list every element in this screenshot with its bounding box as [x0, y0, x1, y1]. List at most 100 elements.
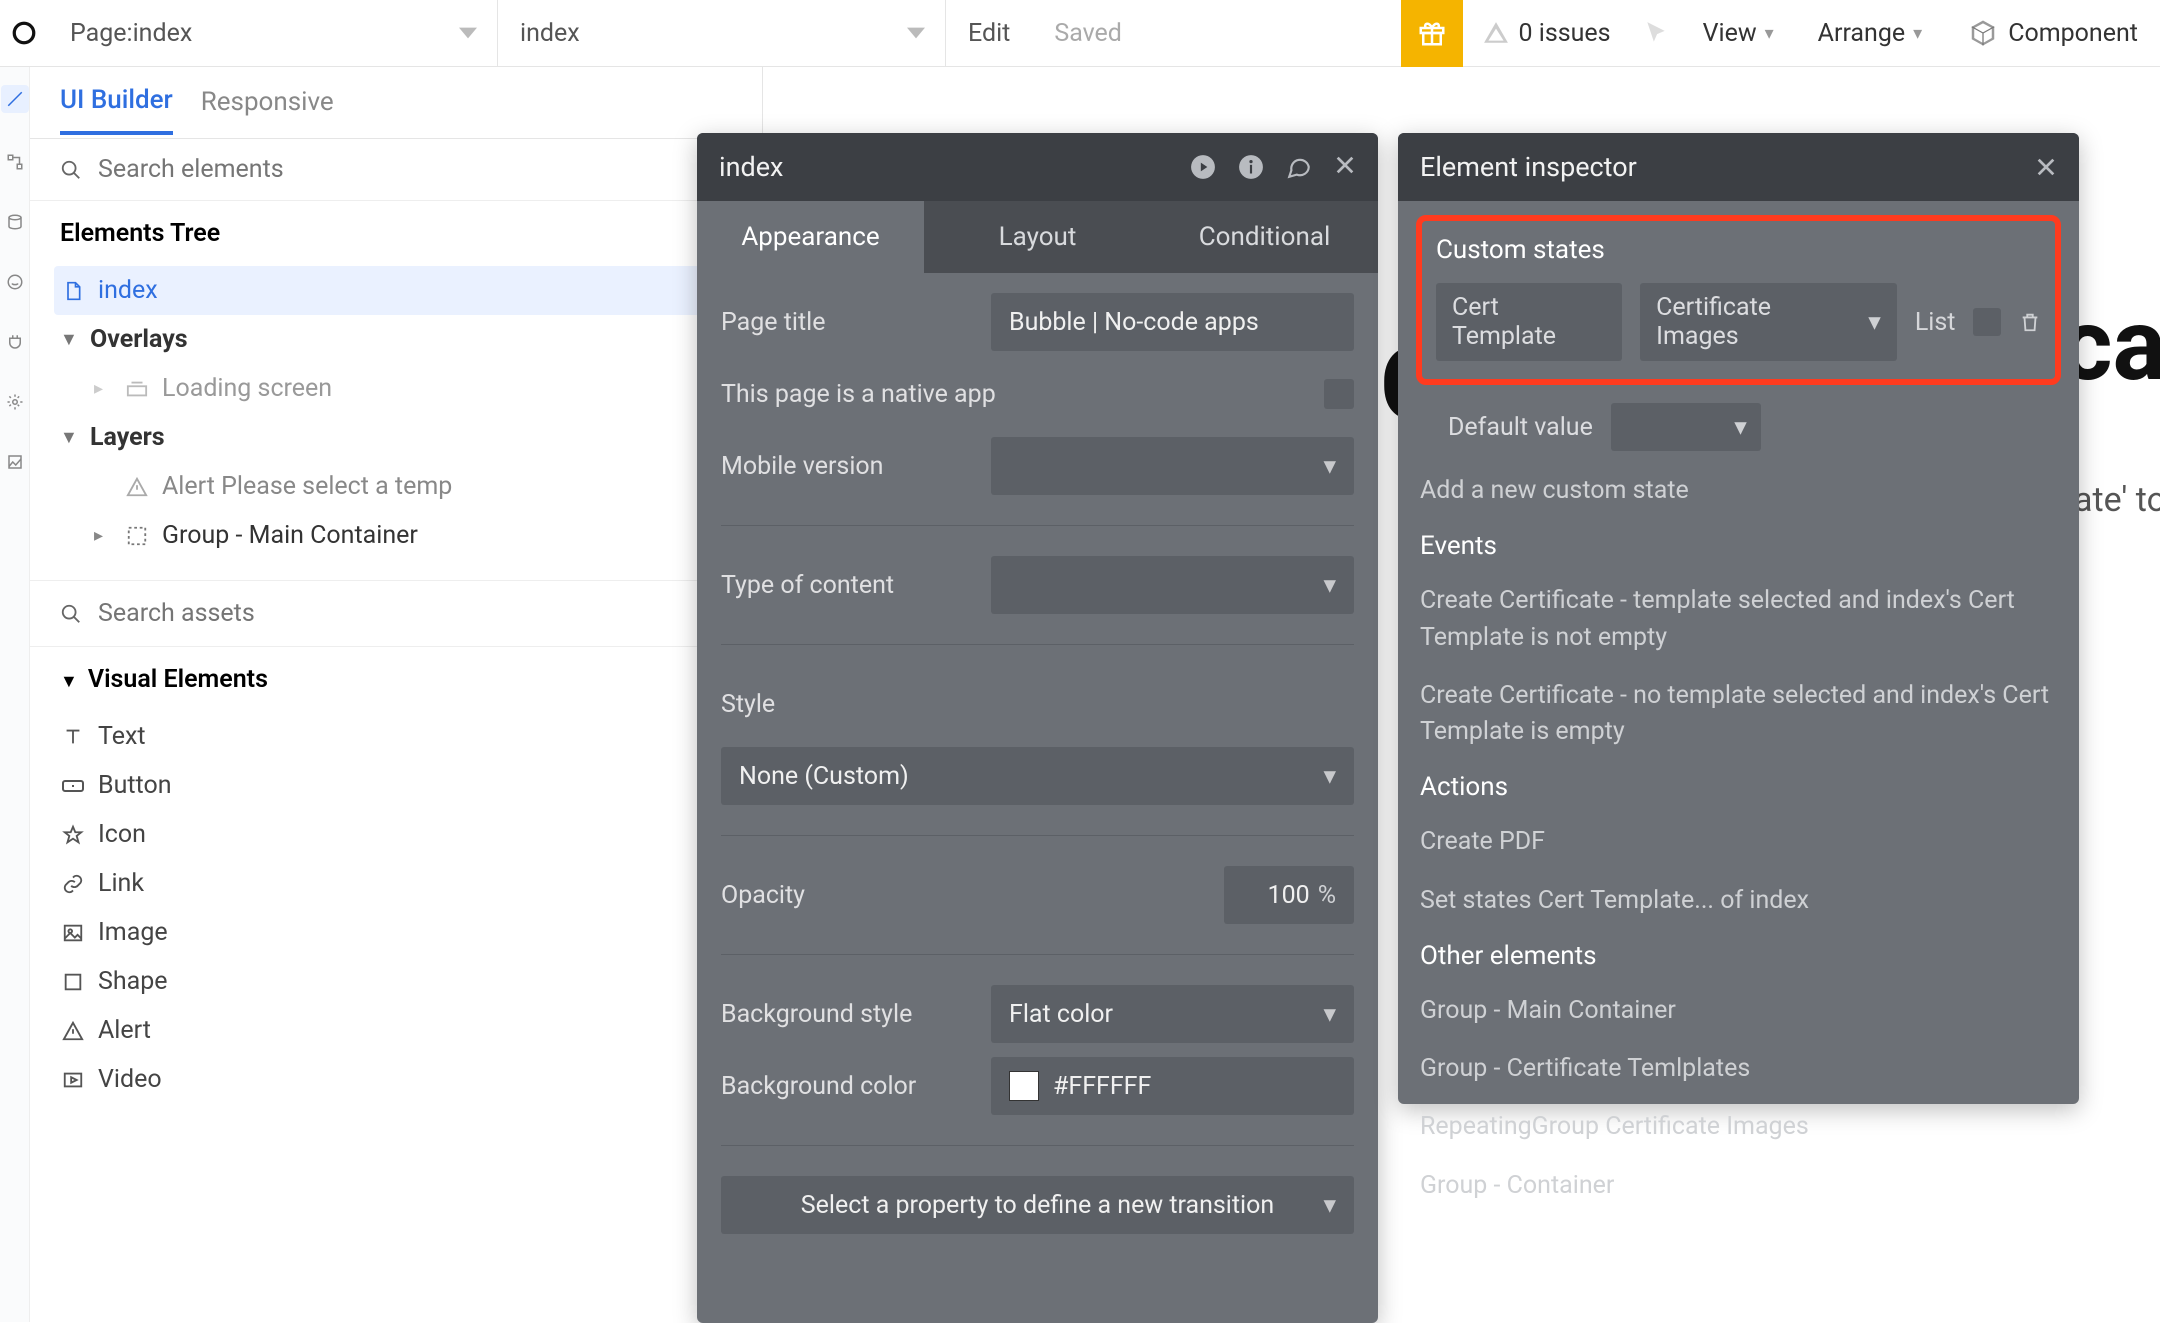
inspector-header[interactable]: Element inspector — [1398, 133, 2079, 201]
tree-node-alert-temp[interactable]: Alert Please select a temp — [54, 462, 738, 511]
tree-node-index[interactable]: index — [54, 266, 738, 315]
tree-node-group-main[interactable]: ▸ Group - Main Container — [54, 511, 738, 560]
bg-style-select[interactable]: Flat color ▾ — [991, 985, 1354, 1043]
tree-node-label: Alert Please select a temp — [162, 472, 452, 501]
native-app-checkbox[interactable] — [1324, 379, 1354, 409]
opacity-input[interactable]: 100% — [1224, 866, 1354, 924]
cursor-tool[interactable] — [1631, 20, 1681, 46]
arrange-menu[interactable]: Arrange▾ — [1796, 0, 1945, 67]
play-icon[interactable] — [1190, 154, 1216, 180]
style-select[interactable]: None (Custom)▾ — [721, 747, 1354, 805]
page-dropdown-prefix: Page: — [70, 19, 133, 48]
page-dropdown[interactable]: Page: index — [48, 0, 498, 67]
state-type-select[interactable]: Certificate Images▾ — [1640, 283, 1897, 361]
visual-elements-title: Visual Elements — [88, 665, 268, 694]
opacity-unit: % — [1318, 881, 1336, 910]
default-value-select[interactable]: ▾ — [1611, 403, 1761, 451]
page-title-input[interactable]: Bubble | No-code apps — [991, 293, 1354, 351]
design-rail-icon[interactable] — [1, 85, 29, 113]
chevron-down-icon: ▼ — [60, 329, 78, 350]
bg-color-input[interactable]: #FFFFFF — [991, 1057, 1354, 1115]
ve-label: Text — [98, 722, 146, 751]
tree-node-layers[interactable]: ▼ Layers — [54, 413, 738, 462]
action-item[interactable]: Create PDF — [1420, 824, 2057, 860]
view-dropdown[interactable]: index — [498, 0, 946, 67]
elements-tree: index ▼ Overlays ▸ Loading screen ▼ Laye… — [30, 266, 762, 581]
tab-ui-builder[interactable]: UI Builder — [60, 85, 173, 135]
state-type-text: Certificate Images — [1656, 293, 1856, 351]
chevron-down-icon: ▾ — [1323, 451, 1336, 481]
visual-elements-header[interactable]: ▼Visual Elements — [30, 646, 762, 712]
action-item[interactable]: Set states Cert Template... of index — [1420, 883, 2057, 919]
logs-rail-icon[interactable] — [4, 451, 26, 473]
event-item[interactable]: Create Certificate - no template selecte… — [1420, 678, 2057, 751]
components-button[interactable]: Component — [1944, 0, 2160, 67]
mobile-version-select[interactable]: ▾ — [991, 437, 1354, 495]
opacity-label: Opacity — [721, 881, 971, 910]
chevron-down-icon: ▾ — [1323, 999, 1336, 1029]
tab-responsive[interactable]: Responsive — [201, 87, 334, 133]
tree-node-overlays[interactable]: ▼ Overlays — [54, 315, 738, 364]
button-icon — [60, 777, 86, 795]
text-icon — [60, 726, 86, 748]
styles-rail-icon[interactable] — [4, 271, 26, 293]
ve-video[interactable]: Video — [54, 1055, 738, 1104]
element-inspector: Element inspector Custom states Cert Tem… — [1398, 133, 2079, 1104]
tree-node-loading[interactable]: ▸ Loading screen — [54, 364, 738, 413]
bg-style-value: Flat color — [1009, 1000, 1113, 1029]
transition-select[interactable]: Select a property to define a new transi… — [721, 1176, 1354, 1234]
chevron-down-icon: ▾ — [1734, 412, 1747, 442]
sidebar-tabs: UI Builder Responsive — [30, 67, 762, 139]
issues-indicator[interactable]: 0 issues — [1463, 19, 1631, 48]
ve-text[interactable]: Text — [54, 712, 738, 761]
add-custom-state[interactable]: Add a new custom state — [1420, 473, 2057, 509]
ve-alert[interactable]: Alert — [54, 1006, 738, 1055]
tree-node-label: Group - Main Container — [162, 521, 418, 550]
ve-image[interactable]: Image — [54, 908, 738, 957]
tab-conditional[interactable]: Conditional — [1151, 201, 1378, 273]
bg-style-label: Background style — [721, 1000, 971, 1029]
other-element-item[interactable]: Group - Container — [1420, 1168, 2057, 1204]
bg-color-label: Background color — [721, 1072, 971, 1101]
ve-icon[interactable]: Icon — [54, 810, 738, 859]
sidebar: UI Builder Responsive Elements Tree inde… — [30, 67, 763, 1322]
trash-icon[interactable] — [2019, 310, 2041, 334]
bg-color-value: #FFFFFF — [1053, 1072, 1151, 1101]
workflow-rail-icon[interactable] — [4, 151, 26, 173]
view-menu-label: View — [1703, 19, 1757, 48]
ve-label: Link — [98, 869, 144, 898]
type-of-content-select[interactable]: ▾ — [991, 556, 1354, 614]
view-menu[interactable]: View▾ — [1681, 0, 1796, 67]
ve-shape[interactable]: Shape — [54, 957, 738, 1006]
canvas-desc-fragment: ate' to — [2074, 477, 2160, 525]
ve-button[interactable]: Button — [54, 761, 738, 810]
divider — [721, 954, 1354, 955]
panel-header[interactable]: index — [697, 133, 1378, 201]
comment-icon[interactable] — [1286, 154, 1312, 180]
info-icon[interactable] — [1238, 154, 1264, 180]
other-element-item[interactable]: RepeatingGroup Certificate Images — [1420, 1109, 2057, 1145]
close-icon[interactable] — [2035, 156, 2057, 178]
default-value-label: Default value — [1448, 413, 1593, 442]
style-value: None (Custom) — [739, 762, 909, 791]
tab-layout[interactable]: Layout — [924, 201, 1151, 273]
list-checkbox[interactable] — [1973, 308, 2001, 336]
tab-appearance[interactable]: Appearance — [697, 201, 924, 273]
close-icon[interactable] — [1334, 154, 1356, 180]
settings-rail-icon[interactable] — [4, 391, 26, 413]
gift-button[interactable] — [1401, 0, 1463, 67]
shape-icon — [60, 971, 86, 993]
search-elements-input[interactable] — [98, 155, 732, 184]
ve-label: Alert — [98, 1016, 151, 1045]
cube-icon — [1966, 16, 2000, 50]
event-item[interactable]: Create Certificate - template selected a… — [1420, 583, 2057, 656]
data-rail-icon[interactable] — [4, 211, 26, 233]
plugins-rail-icon[interactable] — [4, 331, 26, 353]
left-rail — [0, 67, 30, 1322]
ve-link[interactable]: Link — [54, 859, 738, 908]
other-element-item[interactable]: Group - Main Container — [1420, 993, 2057, 1029]
state-name-pill[interactable]: Cert Template — [1436, 283, 1622, 361]
tree-node-label: Layers — [90, 423, 165, 452]
other-element-item[interactable]: Group - Certificate Temlplates — [1420, 1051, 2057, 1087]
search-assets-input[interactable] — [98, 599, 732, 628]
